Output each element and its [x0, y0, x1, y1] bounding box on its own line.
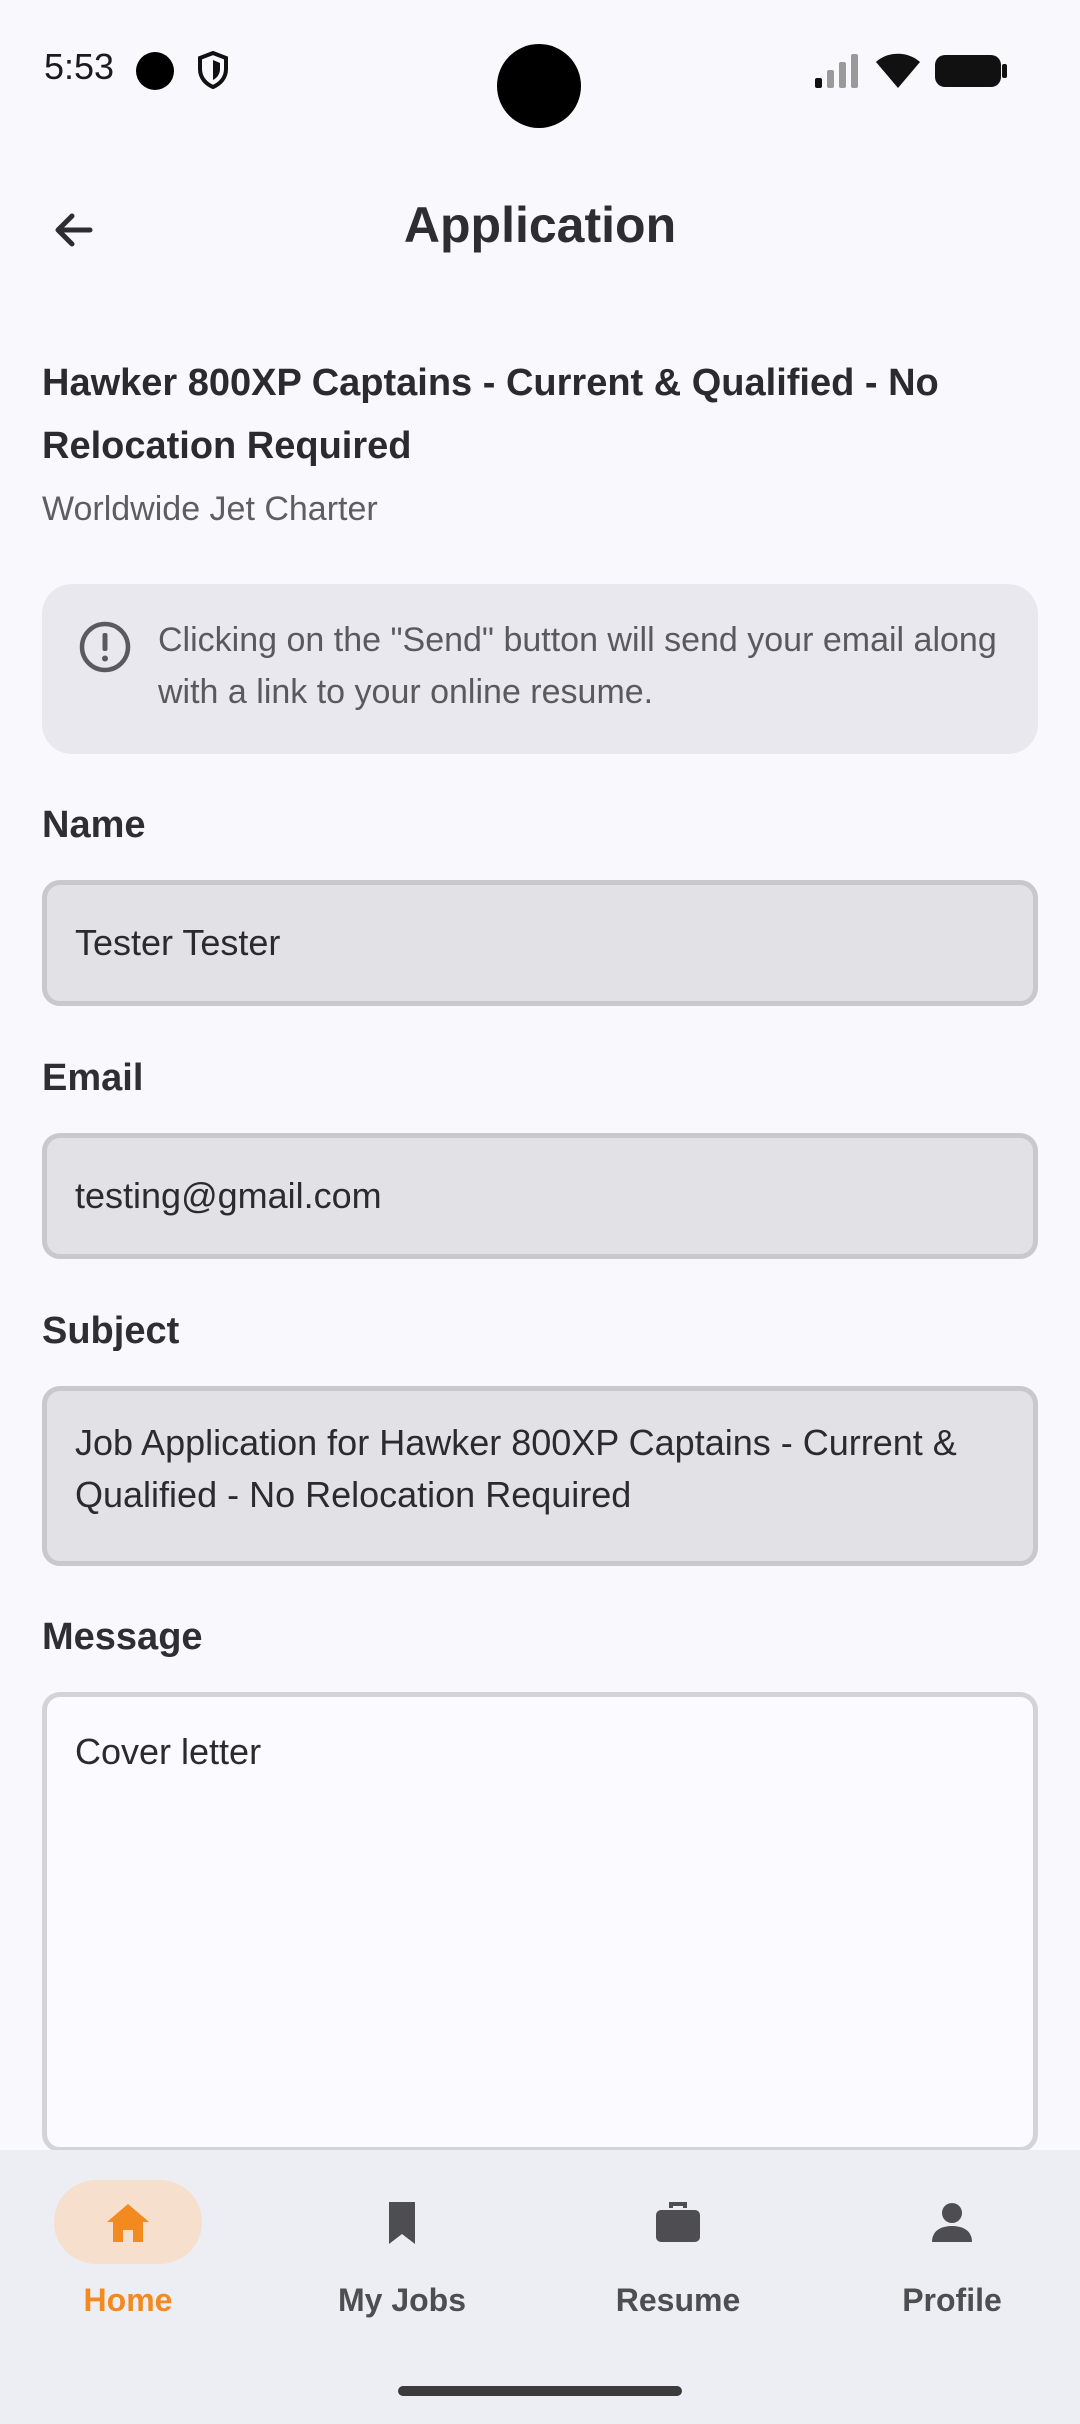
nav-label-home: Home	[83, 2282, 173, 2318]
name-field[interactable]: Tester Tester	[42, 880, 1038, 1006]
email-value: testing@gmail.com	[75, 1175, 382, 1216]
bookmark-icon	[389, 2202, 415, 2244]
company-name: Worldwide Jet Charter	[42, 490, 378, 528]
application-screen: 5:53 Application Hawker 800XP Captains -…	[0, 0, 1080, 2424]
nav-item-resume[interactable]: Resume	[578, 2180, 778, 2320]
app-bar: Application	[0, 170, 1080, 282]
subject-label: Subject	[42, 1310, 180, 1352]
message-value: Cover letter	[75, 1731, 262, 1772]
notification-dot-icon	[136, 52, 174, 90]
nav-item-home[interactable]: Home	[44, 2180, 244, 2320]
nav-label-my-jobs: My Jobs	[337, 2282, 467, 2318]
wifi-icon	[876, 53, 920, 88]
camera-cutout	[497, 44, 581, 128]
home-indicator[interactable]	[398, 2386, 682, 2396]
info-text: Clicking on the "Send" button will send …	[158, 621, 997, 711]
bottom-navigation: Home My Jobs Resume Profile	[0, 2150, 1080, 2424]
status-time: 5:53	[44, 46, 115, 87]
subject-value: Job Application for Hawker 800XP Captain…	[75, 1422, 957, 1515]
nav-label-profile: Profile	[902, 2282, 1002, 2318]
signal-icon	[815, 54, 858, 88]
info-banner: Clicking on the "Send" button will send …	[42, 584, 1038, 754]
subject-field[interactable]: Job Application for Hawker 800XP Captain…	[42, 1386, 1038, 1566]
email-field[interactable]: testing@gmail.com	[42, 1133, 1038, 1259]
shield-icon	[198, 50, 228, 90]
person-icon	[932, 2203, 972, 2242]
message-label: Message	[42, 1616, 203, 1658]
home-icon	[107, 2204, 149, 2242]
message-textarea[interactable]: Cover letter	[42, 1692, 1038, 2152]
name-label: Name	[42, 804, 146, 846]
page-title: Application	[403, 197, 677, 253]
email-label: Email	[42, 1057, 144, 1099]
name-value: Tester Tester	[75, 922, 281, 963]
briefcase-icon	[656, 2202, 700, 2242]
nav-label-resume: Resume	[615, 2282, 741, 2318]
status-bar: 5:53	[0, 0, 1080, 140]
job-title: Hawker 800XP Captains - Current & Qualif…	[42, 362, 939, 467]
nav-item-my-jobs[interactable]: My Jobs	[302, 2180, 502, 2320]
alert-circle-icon	[79, 621, 131, 673]
job-header: Hawker 800XP Captains - Current & Qualif…	[42, 352, 1038, 529]
nav-item-profile[interactable]: Profile	[852, 2180, 1052, 2320]
battery-icon	[935, 55, 1007, 87]
